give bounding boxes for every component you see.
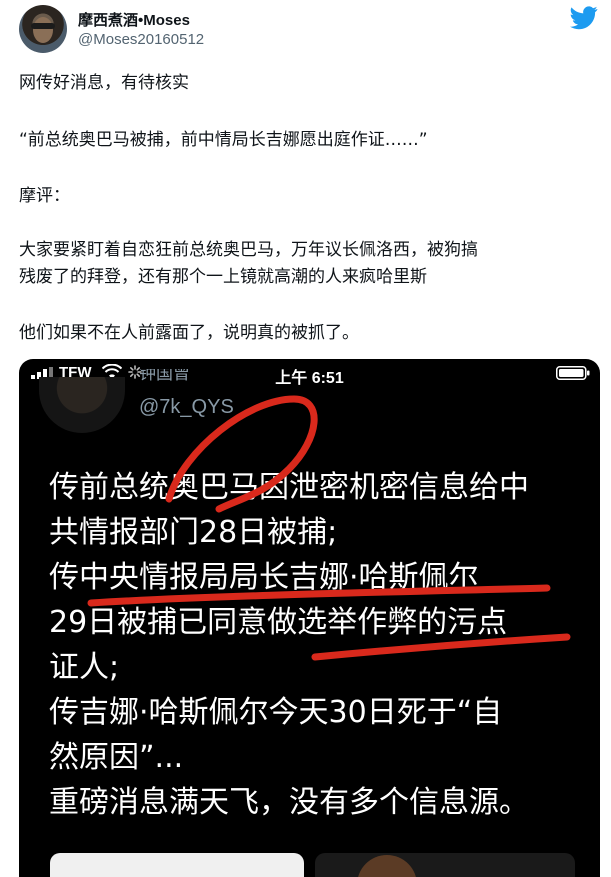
embedded-tweet-body: 传前总统奥巴马因泄密机密信息给中 共情报部门28日被捕; 传中央情报局局长吉娜·…: [49, 465, 589, 825]
embedded-author-name: 钟国曾: [139, 369, 190, 383]
embedded-thumbnail: [315, 853, 575, 877]
attached-screenshot[interactable]: TFW 上午 6:51 钟国曾 @7k_QYS 传前总统奥巴马因泄密机密信息给中…: [19, 359, 600, 877]
embedded-avatar: [39, 377, 125, 433]
embedded-thumbnail: [50, 853, 304, 877]
embedded-tweet-line: 然原因”...: [49, 740, 184, 775]
embedded-tweet-line: 传吉娜·哈斯佩尔今天30日死于“自: [49, 695, 503, 730]
embedded-tweet-line: 重磅消息满天飞，没有多个信息源。: [49, 785, 529, 820]
tweet-line: 他们如果不在人前露面了，说明真的被抓了。: [19, 323, 359, 343]
embedded-author-handle: @7k_QYS: [139, 396, 234, 418]
tweet-paragraph-line: 残废了的拜登，还有那个一上镜就高潮的人来疯哈里斯: [19, 267, 427, 287]
avatar-glasses: [31, 23, 55, 29]
avatar[interactable]: [19, 5, 67, 53]
embedded-tweet-line: 传中央情报局局长吉娜·哈斯佩尔: [49, 560, 479, 595]
embedded-tweet-line: 证人;: [49, 650, 120, 685]
tweet-comment-label: 摩评：: [19, 186, 70, 206]
author-handle[interactable]: @Moses20160512: [78, 31, 204, 48]
embedded-tweet-line: 29日被捕已同意做选举作弊的污点: [49, 605, 508, 640]
tweet-header: 摩西煮酒•Moses @Moses20160512: [0, 0, 611, 64]
tweet-paragraph: 大家要紧盯着自恋狂前总统奥巴马，万年议长佩洛西，被狗搞 残废了的拜登，还有那个一…: [19, 237, 599, 291]
thumbnail-person: [357, 855, 417, 877]
battery-icon: [556, 366, 590, 380]
avatar-face: [33, 17, 53, 43]
tweet-paragraph-line: 大家要紧盯着自恋狂前总统奥巴马，万年议长佩洛西，被狗搞: [19, 240, 478, 260]
tweet-line: 网传好消息，有待核实: [19, 73, 189, 93]
embedded-tweet-line: 传前总统奥巴马因泄密机密信息给中: [49, 470, 529, 505]
author-name[interactable]: 摩西煮酒•Moses: [78, 9, 190, 30]
tweet-quote-line: “前总统奥巴马被捕，前中情局长吉娜愿出庭作证……”: [19, 130, 428, 150]
twitter-bird-icon[interactable]: [570, 6, 598, 30]
embedded-tweet-line: 共情报部门28日被捕;: [49, 515, 338, 550]
